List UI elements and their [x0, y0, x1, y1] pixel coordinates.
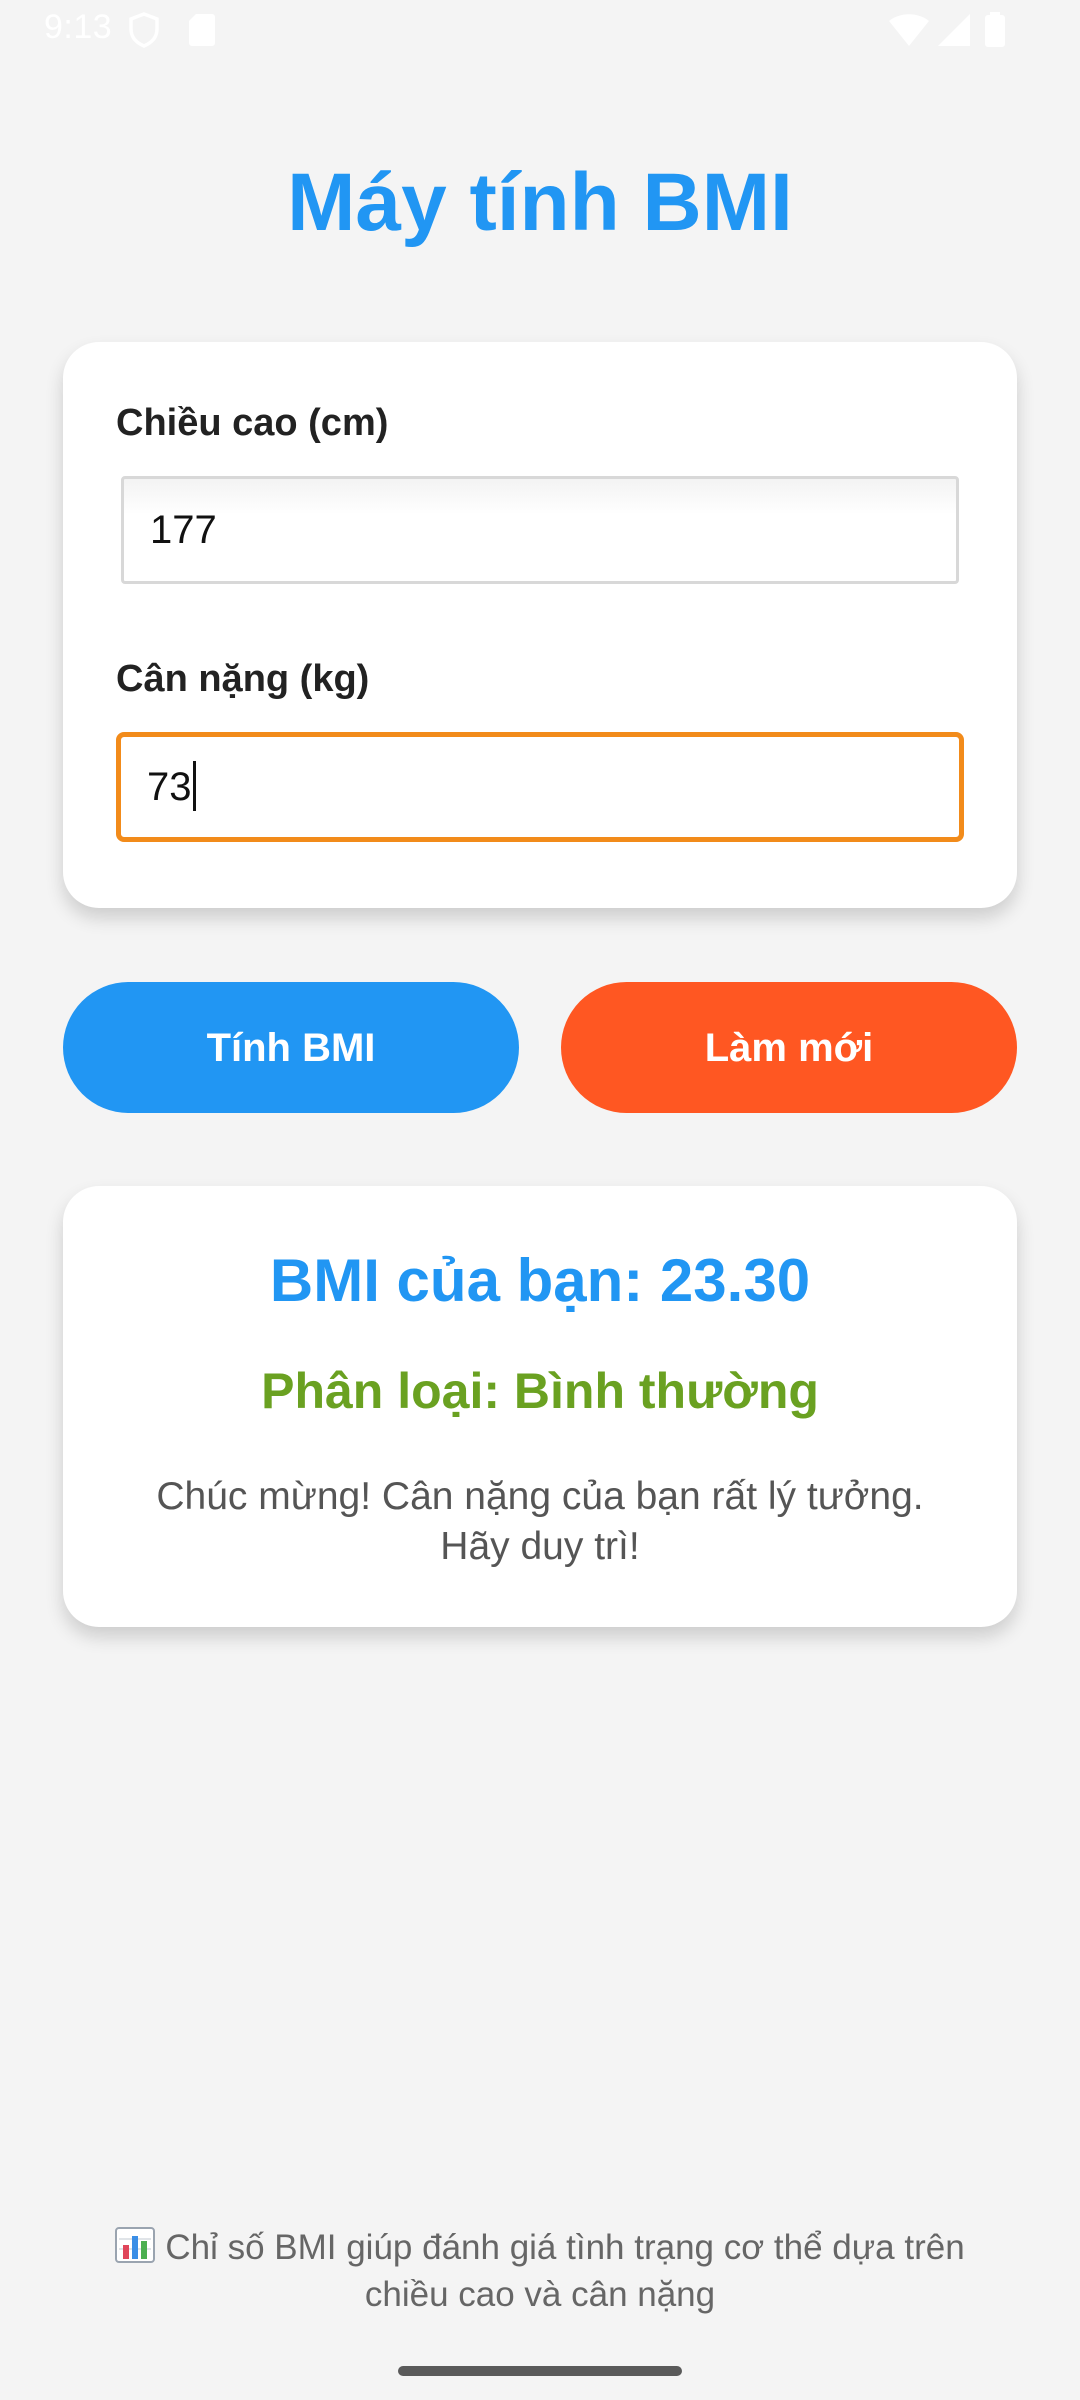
battery-icon [984, 12, 1006, 53]
page-title: Máy tính BMI [287, 157, 793, 248]
sdcard-icon [188, 12, 216, 53]
input-card: Chiều cao (cm) 177 Cân nặng (kg) 73 [63, 342, 1017, 908]
weight-value: 73 [147, 765, 192, 809]
signal-icon [936, 12, 972, 53]
calculate-bmi-button[interactable]: Tính BMI [63, 982, 519, 1113]
home-indicator[interactable] [398, 2366, 682, 2376]
bar-chart-icon [115, 2227, 156, 2273]
height-value: 177 [150, 508, 217, 552]
result-card: BMI của bạn: 23.30 Phân loại: Bình thườn… [63, 1186, 1017, 1627]
footer-note: Chỉ số BMI giúp đánh giá tình trạng cơ t… [80, 2226, 1000, 2316]
weight-label: Cân nặng (kg) [116, 658, 370, 700]
footer-text: Chỉ số BMI giúp đánh giá tình trạng cơ t… [165, 2228, 965, 2314]
bmi-result: BMI của bạn: 23.30 [269, 1247, 811, 1314]
weight-input[interactable]: 73 [116, 732, 964, 842]
height-input[interactable]: 177 [121, 476, 959, 584]
shield-icon [128, 12, 160, 53]
status-bar: 9:13 [0, 0, 1080, 62]
status-time: 9:13 [44, 8, 113, 46]
bmi-category: Phân loại: Bình thường [261, 1363, 819, 1419]
reset-button[interactable]: Làm mới [561, 982, 1017, 1113]
wifi-icon [888, 12, 930, 53]
text-cursor [192, 761, 196, 812]
height-label: Chiều cao (cm) [116, 402, 389, 444]
result-message: Chúc mừng! Cân nặng của bạn rất lý tưởng… [156, 1475, 924, 1568]
